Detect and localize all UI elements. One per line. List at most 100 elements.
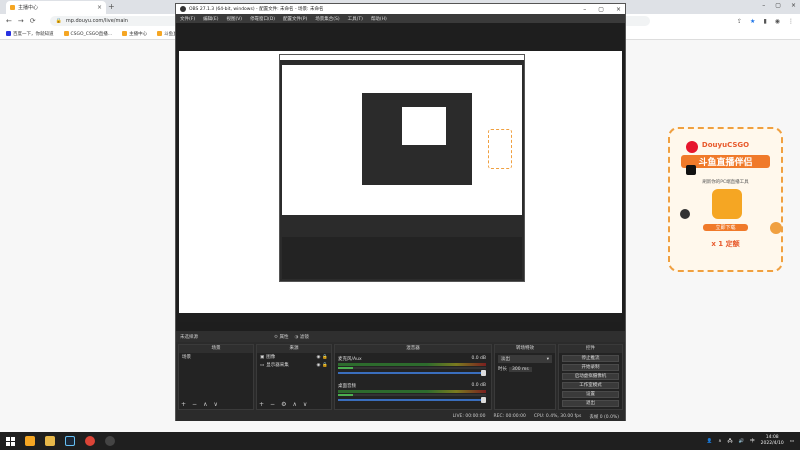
nested-preview-inner [362, 93, 472, 185]
windows-taskbar: 👤 ∧ 🖧 🔊 中 14:08 2022/4/10 ▭ [0, 432, 800, 450]
start-recording-button[interactable]: 开始录制 [562, 364, 619, 371]
obs-title: OBS 27.1.3 (64-bit, windows) - 配置文件: 未命名… [189, 7, 324, 12]
source-item-image[interactable]: ▣ 图像 ◉ 🔒 [257, 353, 331, 361]
rec-time: REC: 00:00:00 [493, 414, 526, 419]
audio-meter [338, 363, 486, 366]
move-down-icon[interactable]: ∨ [213, 401, 217, 408]
steam-taskbar-icon[interactable] [65, 436, 75, 446]
promo-cta[interactable]: 立即下载 [703, 224, 748, 231]
forward-icon[interactable]: → [18, 17, 24, 25]
menu-edit[interactable]: 编辑(E) [203, 16, 218, 22]
bookmark-anchor-center[interactable]: 主播中心 [122, 31, 147, 37]
stop-streaming-button[interactable]: 停止推流 [562, 355, 619, 362]
image-icon: ▣ [260, 354, 265, 360]
add-scene-icon[interactable]: + [181, 401, 186, 408]
douyu-taskbar-icon[interactable] [25, 436, 35, 446]
star-icon[interactable]: ★ [750, 18, 755, 25]
volume-knob[interactable] [481, 370, 486, 376]
volume-icon[interactable]: 🔊 [739, 439, 745, 444]
menu-view[interactable]: 视图(V) [226, 16, 242, 22]
nested-capture [279, 54, 525, 282]
bookmark-csgo[interactable]: CSGO_CSGO直播... [63, 31, 112, 37]
maximize-icon[interactable]: ▢ [775, 2, 781, 9]
mixer-header: 混音器 [335, 345, 491, 353]
douyu-favicon-icon [10, 5, 15, 10]
menu-icon[interactable]: ⋮ [788, 18, 794, 25]
exit-button[interactable]: 退出 [562, 400, 619, 407]
obs-maximize-icon[interactable]: ▢ [598, 6, 604, 13]
lock-icon: 🔒 [55, 18, 62, 24]
scenes-header: 场景 [179, 345, 253, 353]
obs-minimize-icon[interactable]: – [583, 6, 586, 13]
volume-knob[interactable] [481, 397, 486, 403]
share-icon[interactable]: ⇪ [737, 18, 742, 25]
obs-menubar: 文件(F) 编辑(E) 视图(V) 停靠窗口(D) 配置文件(P) 场景集合(S… [176, 14, 625, 23]
nested-preview-inner2 [402, 107, 446, 145]
back-icon[interactable]: ← [6, 17, 12, 25]
menu-scene-collection[interactable]: 场景集合(S) [315, 16, 339, 22]
properties-button[interactable]: ⚙ 属性 [274, 334, 288, 340]
dropped-frames: 丢帧 0 (0.0%) [589, 414, 619, 420]
scenes-dock: 场景 场景 + − ∧ ∨ [178, 344, 254, 410]
source-settings-icon[interactable]: ⚙ [281, 401, 286, 408]
notification-icon[interactable]: ▭ [790, 439, 794, 444]
tiktok-icon [686, 165, 696, 175]
menu-file[interactable]: 文件(F) [180, 16, 195, 22]
reload-icon[interactable]: ⟳ [30, 17, 36, 25]
obs-close-icon[interactable]: × [616, 6, 621, 13]
virtual-camera-button[interactable]: 启动虚拟摄像机 [562, 373, 619, 380]
ime-icon[interactable]: 中 [750, 438, 755, 444]
promo-x: x 1 定额 [711, 240, 740, 248]
filters-button[interactable]: ◑ 滤镜 [294, 334, 308, 340]
move-up-icon[interactable]: ∧ [292, 401, 296, 408]
move-down-icon[interactable]: ∨ [303, 401, 307, 408]
transitions-header: 转场特效 [495, 345, 555, 353]
duration-row: 时长 300 ms [495, 365, 555, 373]
volume-slider[interactable] [338, 397, 486, 403]
people-icon[interactable]: 👤 [707, 439, 713, 444]
source-item-display[interactable]: ▭ 显示器采集 ◉ 🔒 [257, 361, 331, 369]
move-up-icon[interactable]: ∧ [203, 401, 207, 408]
new-tab-icon[interactable]: + [108, 2, 115, 11]
add-source-icon[interactable]: + [259, 401, 264, 408]
audio-meter [338, 390, 486, 393]
minimize-icon[interactable]: – [762, 2, 765, 9]
promo-widget: DouyuCSGO 斗鱼直播伴侣 刷新你的PC端直播工具 立即下载 x 1 定额 [668, 127, 783, 272]
chevron-up-icon[interactable]: ∧ [718, 439, 721, 444]
settings-button[interactable]: 设置 [562, 391, 619, 398]
obs-taskbar-icon[interactable] [105, 436, 115, 446]
visibility-eye-icon[interactable]: ◉ [316, 363, 320, 368]
menu-profile[interactable]: 配置文件(P) [283, 16, 307, 22]
windows-start-icon[interactable] [6, 436, 15, 446]
douyu-icon [122, 31, 128, 36]
menu-help[interactable]: 帮助(H) [371, 16, 387, 22]
lock-icon[interactable]: 🔒 [322, 363, 328, 368]
baidu-icon [6, 31, 11, 36]
browser-tab[interactable]: 主播中心 × [6, 1, 106, 14]
lock-icon[interactable]: 🔒 [322, 355, 328, 360]
address-url: mp.douyu.com/live/main [65, 18, 128, 24]
bookmark-baidu[interactable]: 百度一下，你就知道 [6, 31, 54, 37]
network-icon[interactable]: 🖧 [728, 437, 733, 445]
menu-tools[interactable]: 工具(T) [348, 16, 363, 22]
mixer-dock: 混音器 麦克风/Aux 0.0 dB 桌面音频 0.0 dB [334, 344, 492, 410]
profile-icon[interactable]: ◉ [775, 18, 780, 25]
scene-item[interactable]: 场景 [179, 353, 253, 361]
close-window-icon[interactable]: × [791, 2, 796, 9]
play-circle-icon[interactable] [770, 222, 782, 234]
extensions-icon[interactable]: ▮ [763, 18, 766, 25]
remove-source-icon[interactable]: − [270, 401, 275, 408]
taskbar-clock[interactable]: 14:08 2022/4/10 [761, 435, 784, 447]
live-time: LIVE: 00:00:00 [452, 414, 486, 419]
studio-mode-button[interactable]: 工作室模式 [562, 382, 619, 389]
volume-slider[interactable] [338, 370, 486, 376]
visibility-eye-icon[interactable]: ◉ [316, 355, 320, 360]
chrome-taskbar-icon[interactable] [85, 436, 95, 446]
menu-docks[interactable]: 停靠窗口(D) [250, 16, 275, 22]
close-tab-icon[interactable]: × [97, 4, 102, 11]
folder-taskbar-icon[interactable] [45, 436, 55, 446]
transition-select[interactable]: 淡出 ▾ [498, 355, 552, 363]
remove-scene-icon[interactable]: − [192, 401, 197, 408]
preview-canvas[interactable] [179, 51, 622, 322]
duration-input[interactable]: 300 ms [509, 366, 532, 372]
